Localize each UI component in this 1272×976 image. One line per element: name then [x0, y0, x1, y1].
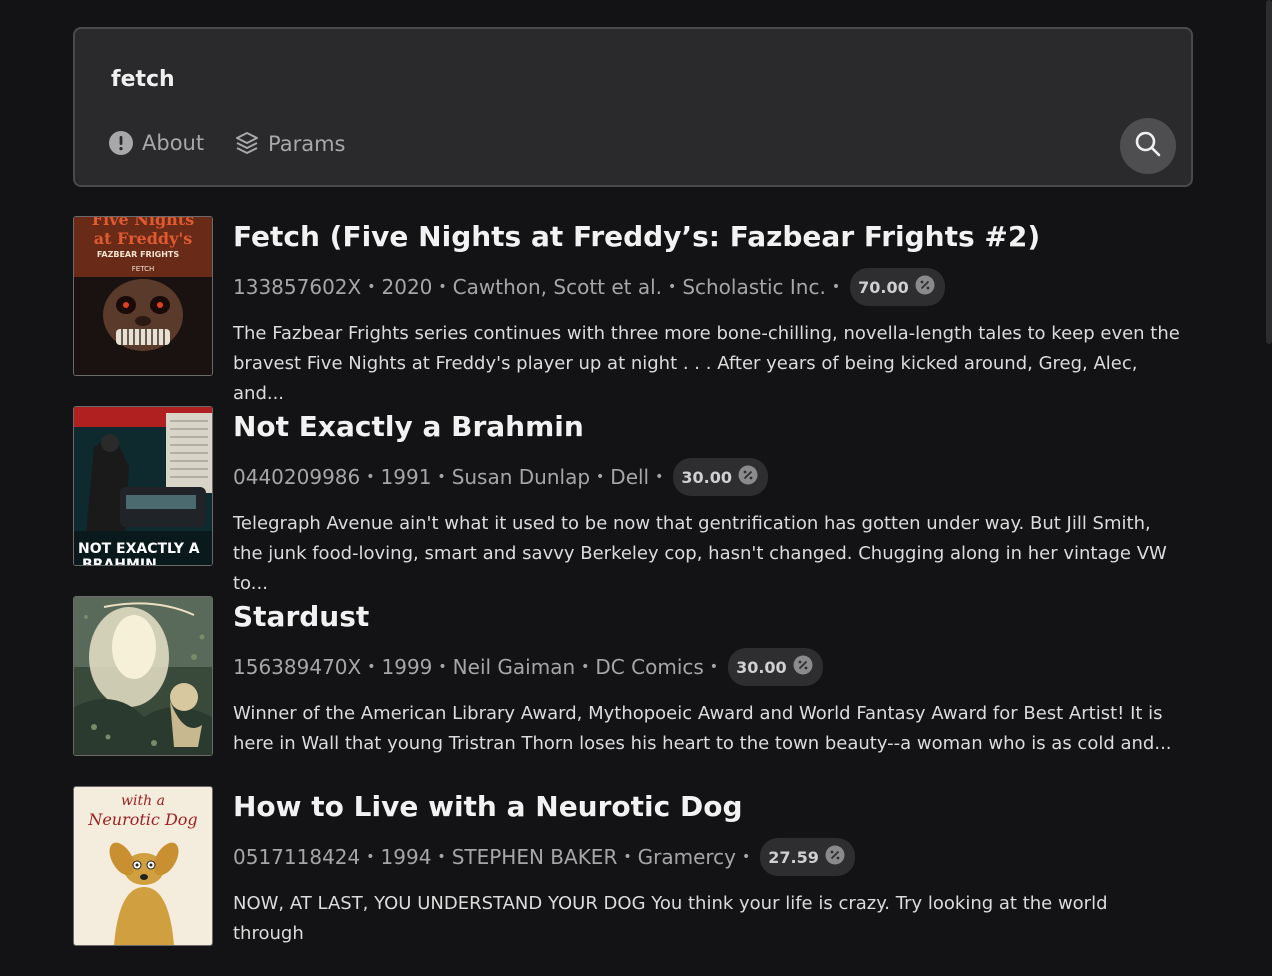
- result-title[interactable]: How to Live with a Neurotic Dog: [233, 790, 743, 823]
- price-badge: 30.00: [673, 458, 768, 496]
- result-year: 1994: [380, 845, 432, 869]
- result-description: Winner of the American Library Award, My…: [233, 703, 1172, 754]
- cover-title-line1: with a: [121, 793, 165, 809]
- result-isbn: 156389470X: [233, 655, 362, 679]
- meta-separator: •: [709, 659, 719, 675]
- cover-series: FAZBEAR FRIGHTS: [97, 250, 180, 259]
- params-button[interactable]: Params: [235, 131, 346, 157]
- discount-badge-icon: [825, 845, 845, 869]
- result-meta: 0517118424 • 1994 • STEPHEN BAKER • Gram…: [233, 838, 855, 876]
- meta-separator: •: [831, 279, 841, 295]
- about-button[interactable]: About: [109, 131, 204, 155]
- cover-title-line2: at Freddy's: [94, 229, 193, 248]
- result-item[interactable]: Stardust 156389470X • 1999 • Neil Gaiman…: [73, 596, 1193, 786]
- cover-subtitle: FETCH: [132, 265, 154, 273]
- result-item[interactable]: Five Nights at Freddy's FAZBEAR FRIGHTS …: [73, 216, 1193, 406]
- result-publisher: Gramercy: [637, 845, 736, 869]
- book-cover[interactable]: NOT EXACTLY A BRAHMIN: [73, 406, 213, 566]
- result-author: Cawthon, Scott et al.: [452, 275, 663, 299]
- result-title[interactable]: Fetch (Five Nights at Freddy’s: Fazbear …: [233, 220, 1040, 253]
- discount-badge-icon: [915, 275, 935, 299]
- search-button[interactable]: [1120, 118, 1176, 174]
- price-value: 30.00: [736, 657, 787, 677]
- search-input[interactable]: [111, 67, 1011, 92]
- cover-title-line1: Five Nights: [92, 217, 194, 229]
- result-year: 2020: [381, 275, 433, 299]
- alert-circle-icon: [109, 131, 133, 155]
- price-value: 30.00: [681, 467, 732, 487]
- result-isbn: 0517118424: [233, 845, 361, 869]
- result-item[interactable]: with a Neurotic Dog How to Live with a N…: [73, 786, 1193, 976]
- price-value: 70.00: [858, 277, 909, 297]
- result-year: 1999: [381, 655, 433, 679]
- book-cover[interactable]: Five Nights at Freddy's FAZBEAR FRIGHTS …: [73, 216, 213, 376]
- cover-title-line2: BRAHMIN: [82, 557, 157, 565]
- meta-separator: •: [623, 849, 632, 865]
- meta-separator: •: [438, 279, 447, 295]
- layers-icon: [235, 131, 259, 157]
- result-meta: 133857602X • 2020 • Cawthon, Scott et al…: [233, 268, 945, 306]
- result-author: Susan Dunlap: [451, 465, 591, 489]
- result-publisher: Dell: [610, 465, 650, 489]
- price-value: 27.59: [768, 847, 819, 867]
- book-cover[interactable]: with a Neurotic Dog: [73, 786, 213, 946]
- result-description: Telegraph Avenue ain't what it used to b…: [233, 513, 1167, 594]
- result-author: STEPHEN BAKER: [451, 845, 618, 869]
- meta-separator: •: [366, 469, 375, 485]
- meta-separator: •: [655, 469, 664, 485]
- results-list: Five Nights at Freddy's FAZBEAR FRIGHTS …: [73, 216, 1193, 976]
- price-badge: 27.59: [760, 838, 855, 876]
- search-box: About Params: [73, 27, 1193, 187]
- discount-badge-icon: [738, 465, 758, 489]
- result-publisher: DC Comics: [595, 655, 704, 679]
- meta-separator: •: [367, 279, 376, 295]
- meta-separator: •: [596, 469, 605, 485]
- params-label: Params: [268, 132, 346, 156]
- meta-separator: •: [581, 659, 590, 675]
- result-meta: 0440209986 • 1991 • Susan Dunlap • Dell …: [233, 458, 768, 496]
- price-badge: 70.00: [850, 268, 945, 306]
- meta-separator: •: [366, 849, 375, 865]
- result-description: The Fazbear Frights series continues wit…: [233, 323, 1180, 404]
- meta-separator: •: [668, 279, 677, 295]
- result-meta: 156389470X • 1999 • Neil Gaiman • DC Com…: [233, 648, 823, 686]
- price-badge: 30.00: [728, 648, 823, 686]
- page-scrollbar[interactable]: [1266, 0, 1272, 344]
- cover-title-line2: Neurotic Dog: [87, 810, 197, 829]
- result-description: NOW, AT LAST, YOU UNDERSTAND YOUR DOG Yo…: [233, 893, 1108, 944]
- meta-separator: •: [437, 469, 446, 485]
- search-icon: [1134, 130, 1162, 162]
- result-title[interactable]: Stardust: [233, 600, 369, 633]
- result-author: Neil Gaiman: [452, 655, 576, 679]
- meta-separator: •: [438, 659, 447, 675]
- result-title[interactable]: Not Exactly a Brahmin: [233, 410, 584, 443]
- result-year: 1991: [380, 465, 432, 489]
- about-label: About: [142, 131, 205, 155]
- result-isbn: 0440209986: [233, 465, 361, 489]
- result-publisher: Scholastic Inc.: [682, 275, 826, 299]
- meta-separator: •: [437, 849, 446, 865]
- result-isbn: 133857602X: [233, 275, 362, 299]
- cover-title-line1: NOT EXACTLY A: [78, 541, 200, 557]
- book-cover[interactable]: [73, 596, 213, 756]
- meta-separator: •: [742, 849, 751, 865]
- result-item[interactable]: NOT EXACTLY A BRAHMIN Not Exactly a Brah…: [73, 406, 1193, 596]
- discount-badge-icon: [793, 655, 813, 679]
- meta-separator: •: [367, 659, 376, 675]
